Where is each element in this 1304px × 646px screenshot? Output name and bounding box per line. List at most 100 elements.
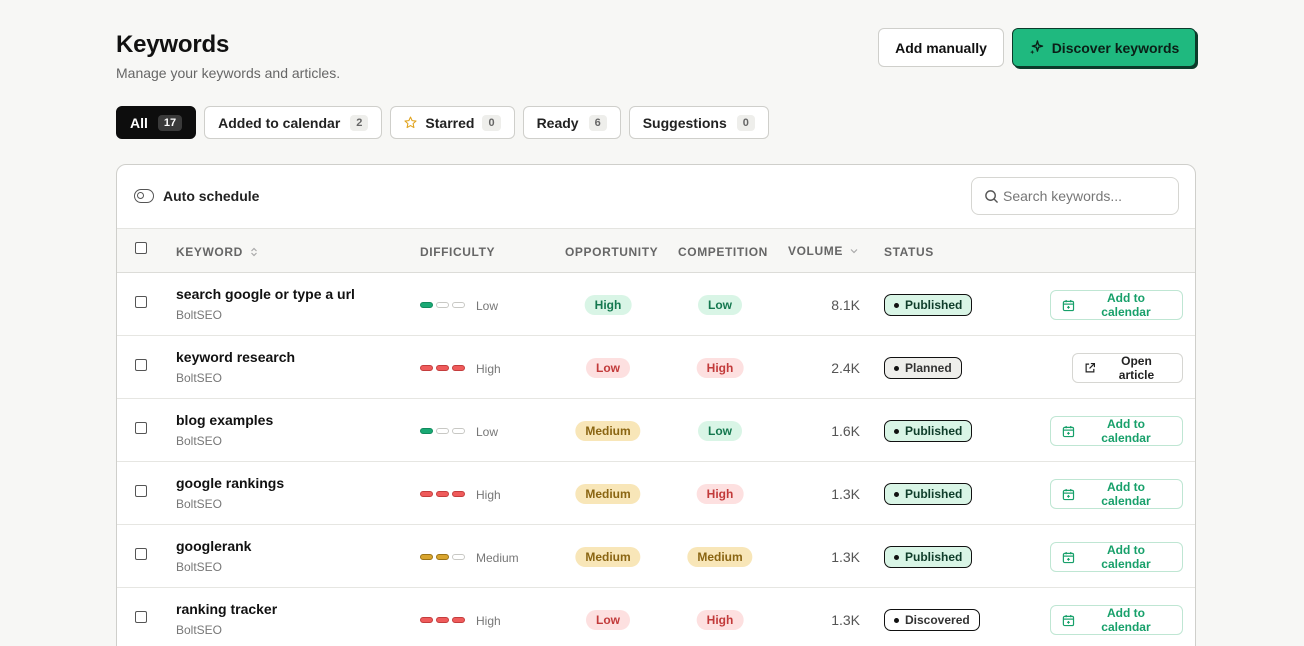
action-label: Add to calendar	[1101, 543, 1151, 571]
filter-tabs: All 17 Added to calendar 2 Starred 0 Rea…	[116, 106, 769, 139]
difficulty-meter	[420, 302, 465, 308]
status-label: Discovered	[905, 613, 970, 627]
discover-keywords-button[interactable]: Discover keywords	[1012, 28, 1196, 67]
column-keyword-label: KEYWORD	[176, 245, 243, 259]
tab-count: 17	[157, 114, 183, 131]
row-checkbox[interactable]	[135, 611, 147, 623]
difficulty-meter	[420, 617, 465, 623]
keywords-table-card: Auto schedule KEYWORD DIFFICULTY OPPORTU…	[116, 164, 1196, 646]
table-toolbar: Auto schedule	[117, 165, 1195, 228]
row-checkbox[interactable]	[135, 422, 147, 434]
column-volume-label: VOLUME	[788, 244, 843, 258]
status-badge: Planned	[884, 357, 962, 379]
add-to-calendar-button[interactable]: Add to calendar	[1050, 605, 1183, 635]
calendar-add-icon	[1062, 614, 1075, 626]
row-checkbox[interactable]	[135, 485, 147, 497]
status-dot	[894, 428, 899, 434]
keyword-site: BoltSEO	[176, 560, 223, 574]
row-checkbox[interactable]	[135, 359, 147, 371]
row-checkbox[interactable]	[135, 548, 147, 560]
keyword-site: BoltSEO	[176, 623, 223, 637]
table-row[interactable]: keyword research BoltSEO High Low High 2…	[117, 336, 1195, 399]
tab-count: 0	[482, 114, 501, 131]
difficulty-segment	[452, 428, 465, 434]
calendar-add-icon	[1062, 299, 1075, 311]
table-row[interactable]: ranking tracker BoltSEO High Low High 1.…	[117, 588, 1195, 646]
difficulty-segment	[420, 554, 433, 560]
keyword-site: BoltSEO	[176, 308, 223, 322]
table-row[interactable]: blog examples BoltSEO Low Medium Low 1.6…	[117, 399, 1195, 462]
add-to-calendar-button[interactable]: Add to calendar	[1050, 416, 1183, 446]
difficulty-segment	[436, 554, 449, 560]
external-link-icon	[1085, 362, 1096, 373]
volume-value: 1.3K	[831, 486, 860, 502]
auto-schedule-toggle[interactable]	[134, 189, 154, 203]
status-label: Planned	[905, 361, 952, 375]
status-label: Published	[905, 298, 963, 312]
keyword-text: blog examples	[176, 412, 274, 428]
opportunity-badge: Medium	[575, 547, 641, 567]
tab-all[interactable]: All 17	[116, 106, 197, 139]
status-badge: Discovered	[884, 609, 980, 631]
difficulty-meter	[420, 365, 465, 371]
difficulty-label: Medium	[476, 551, 519, 565]
select-all-checkbox[interactable]	[135, 242, 147, 254]
competition-badge: Low	[698, 295, 742, 315]
sort-icon	[250, 247, 257, 257]
row-checkbox[interactable]	[135, 296, 147, 308]
add-manually-button[interactable]: Add manually	[878, 28, 1004, 67]
status-dot	[894, 617, 899, 623]
opportunity-badge: Low	[586, 358, 630, 378]
difficulty-meter	[420, 491, 465, 497]
volume-value: 1.3K	[831, 612, 860, 628]
table-row[interactable]: google rankings BoltSEO High Medium High…	[117, 462, 1195, 525]
table-row[interactable]: search google or type a url BoltSEO Low …	[117, 273, 1195, 336]
add-to-calendar-button[interactable]: Add to calendar	[1050, 542, 1183, 572]
action-label: Add to calendar	[1101, 606, 1151, 634]
discover-keywords-label: Discover keywords	[1051, 39, 1180, 56]
difficulty-segment	[452, 302, 465, 308]
difficulty-meter	[420, 428, 465, 434]
difficulty-segment	[420, 365, 433, 371]
keyword-site: BoltSEO	[176, 497, 223, 511]
column-volume[interactable]: VOLUME	[788, 244, 858, 258]
column-status: STATUS	[884, 245, 934, 259]
column-keyword[interactable]: KEYWORD	[176, 245, 258, 259]
competition-badge: High	[696, 358, 744, 378]
difficulty-segment	[452, 365, 465, 371]
keyword-site: BoltSEO	[176, 434, 223, 448]
difficulty-segment	[436, 428, 449, 434]
table-row[interactable]: googlerank BoltSEO Medium Medium Medium …	[117, 525, 1195, 588]
search-input[interactable]	[1003, 186, 1173, 206]
tab-ready[interactable]: Ready 6	[522, 106, 621, 139]
keyword-text: google rankings	[176, 475, 285, 491]
difficulty-segment	[436, 302, 449, 308]
open-article-button[interactable]: Open article	[1072, 353, 1183, 383]
opportunity-badge: Low	[586, 610, 630, 630]
tab-count: 0	[736, 114, 755, 131]
keyword-text: googlerank	[176, 538, 252, 554]
column-competition: COMPETITION	[678, 245, 768, 259]
add-to-calendar-button[interactable]: Add to calendar	[1050, 290, 1183, 320]
calendar-add-icon	[1062, 488, 1075, 500]
action-label: Add to calendar	[1101, 291, 1151, 319]
add-to-calendar-button[interactable]: Add to calendar	[1050, 479, 1183, 509]
keyword-text: ranking tracker	[176, 601, 278, 617]
competition-badge: High	[696, 610, 744, 630]
difficulty-segment	[420, 617, 433, 623]
keyword-text: keyword research	[176, 349, 296, 365]
keyword-site: BoltSEO	[176, 371, 223, 385]
status-badge: Published	[884, 483, 973, 505]
status-badge: Published	[884, 294, 973, 316]
column-difficulty: DIFFICULTY	[420, 245, 496, 259]
difficulty-segment	[420, 491, 433, 497]
difficulty-segment	[420, 302, 433, 308]
difficulty-segment	[452, 617, 465, 623]
difficulty-meter	[420, 554, 465, 560]
chevron-down-icon	[850, 249, 858, 254]
status-dot	[894, 365, 899, 371]
tab-starred[interactable]: Starred 0	[390, 106, 515, 139]
calendar-add-icon	[1062, 551, 1075, 563]
tab-added-to-calendar[interactable]: Added to calendar 2	[204, 106, 383, 139]
tab-suggestions[interactable]: Suggestions 0	[628, 106, 769, 139]
